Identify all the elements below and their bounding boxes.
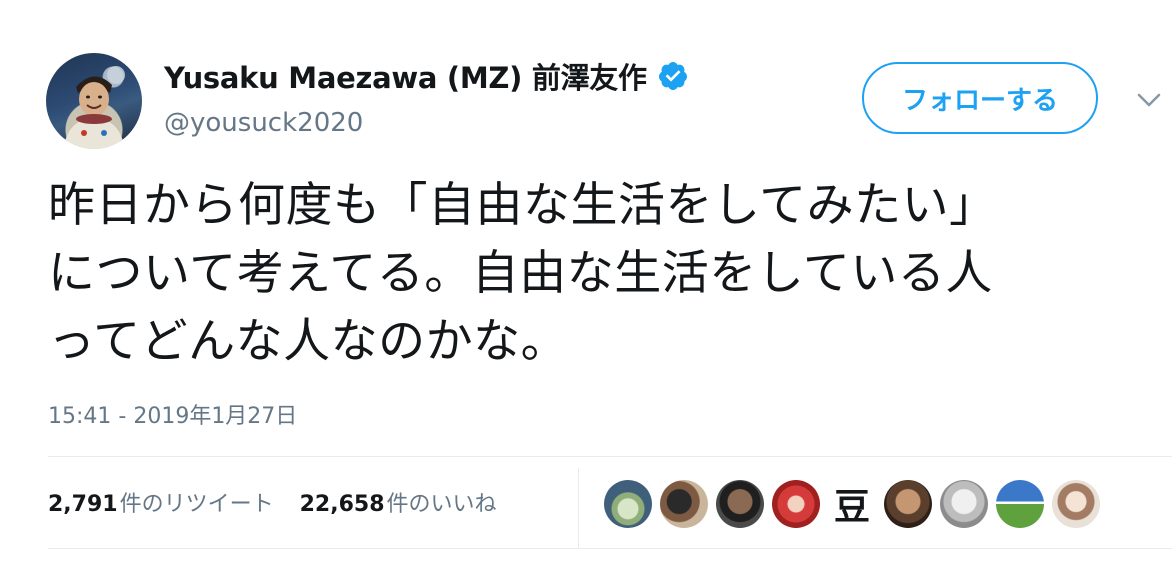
retweet-count[interactable]: 2,791 件のリツイート (48, 486, 274, 518)
profile-avatar[interactable] (46, 53, 142, 149)
user-handle[interactable]: @yousuck2020 (164, 108, 363, 138)
like-count[interactable]: 22,658 件のいいね (300, 486, 497, 518)
tweet-text-line: 昨日から何度も「自由な生活をしてみたい」 (48, 178, 997, 233)
tweet-stats: 2,791 件のリツイート 22,658 件のいいね (48, 484, 497, 520)
tweet-text-line: ってどんな人なのかな。 (48, 314, 569, 369)
divider (48, 456, 1172, 457)
liker-4-avatar[interactable] (772, 480, 820, 528)
tweet-timestamp[interactable]: 15:41 - 2019年1月27日 (48, 398, 297, 430)
tweet-text: 昨日から何度も「自由な生活をしてみたい」 について考えてる。自由な生活をしている… (48, 172, 1148, 376)
liker-1-avatar[interactable] (604, 480, 652, 528)
avatar-illustration (64, 66, 125, 149)
liker-6-avatar[interactable] (884, 480, 932, 528)
tweet-card: Yusaku Maezawa (MZ) 前澤友作 @yousuck2020 フォ… (0, 0, 1172, 576)
liker-5-avatar[interactable]: 豆 (828, 480, 876, 528)
retweet-count-label: 件のリツイート (119, 492, 274, 517)
follow-button[interactable]: フォローする (862, 62, 1098, 134)
chevron-down-icon[interactable] (1135, 90, 1163, 110)
display-name-row[interactable]: Yusaku Maezawa (MZ) 前澤友作 (164, 56, 689, 96)
liker-5-glyph: 豆 (833, 487, 870, 528)
liker-2-avatar[interactable] (660, 480, 708, 528)
verified-badge-icon (657, 60, 689, 92)
liker-7-avatar[interactable] (940, 480, 988, 528)
liker-3-avatar[interactable] (716, 480, 764, 528)
display-name[interactable]: Yusaku Maezawa (MZ) 前澤友作 (164, 55, 647, 97)
liker-8-avatar[interactable] (996, 480, 1044, 528)
likers-avatar-list: 豆 (604, 478, 1108, 530)
divider (48, 548, 1172, 549)
vertical-divider (578, 468, 579, 548)
liker-9-avatar[interactable] (1052, 480, 1100, 528)
like-count-label: 件のいいね (386, 492, 497, 517)
tweet-text-line: について考えてる。自由な生活をしている人 (48, 246, 993, 301)
like-count-value: 22,658 (299, 492, 385, 517)
retweet-count-value: 2,791 (48, 492, 118, 517)
